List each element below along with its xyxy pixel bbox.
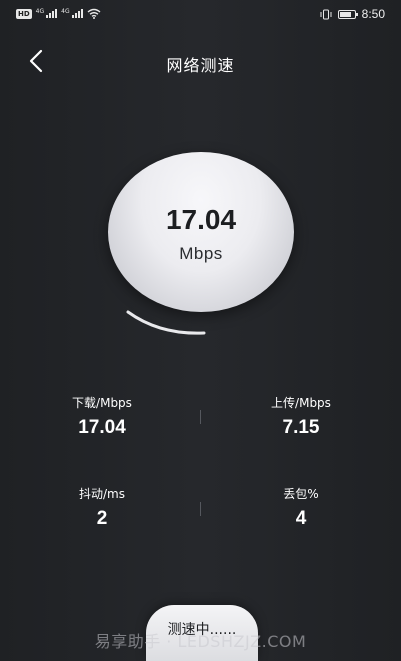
stat-divider bbox=[200, 502, 201, 516]
network-type-2: 4G bbox=[61, 8, 70, 15]
stat-divider bbox=[200, 410, 201, 424]
packet-loss-value: 4 bbox=[295, 508, 307, 529]
network-type-1: 4G bbox=[35, 8, 45, 15]
status-left: HD 4G 4G bbox=[16, 8, 101, 19]
hd-icon: HD bbox=[16, 8, 32, 19]
jitter-label: 抖动/ms bbox=[79, 487, 125, 501]
speed-test-screen: HD 4G 4G 8:50 网络测速 17.04 Mbps 下载/Mbps 17… bbox=[0, 0, 401, 661]
jitter-value: 2 bbox=[96, 508, 108, 529]
battery-icon bbox=[337, 9, 358, 19]
packet-loss-stat: 丢包% 4 bbox=[231, 485, 371, 530]
signal-icon bbox=[71, 9, 83, 18]
download-label: 下载/Mbps bbox=[72, 396, 132, 410]
packet-loss-label: 丢包% bbox=[283, 487, 319, 501]
signal-icon bbox=[46, 9, 58, 18]
download-stat: 下载/Mbps 17.04 bbox=[32, 394, 172, 439]
download-value: 17.04 bbox=[78, 417, 126, 438]
upload-value: 7.15 bbox=[282, 417, 320, 438]
status-right: 8:50 bbox=[320, 7, 385, 21]
gauge-value: 17.04 bbox=[165, 204, 237, 235]
gauge-unit: Mbps bbox=[179, 244, 223, 263]
jitter-stat: 抖动/ms 2 bbox=[32, 485, 172, 530]
status-bar: HD 4G 4G 8:50 bbox=[0, 0, 401, 30]
upload-label: 上传/Mbps bbox=[271, 396, 331, 410]
upload-stat: 上传/Mbps 7.15 bbox=[231, 394, 371, 439]
wifi-icon bbox=[87, 8, 101, 19]
page-title: 网络测速 bbox=[166, 56, 235, 75]
testing-button[interactable]: 测速中...... bbox=[146, 605, 258, 661]
speed-gauge: 17.04 Mbps bbox=[100, 150, 310, 350]
vibrate-icon bbox=[320, 9, 332, 19]
status-time: 8:50 bbox=[361, 7, 385, 21]
battery-level bbox=[339, 11, 351, 17]
